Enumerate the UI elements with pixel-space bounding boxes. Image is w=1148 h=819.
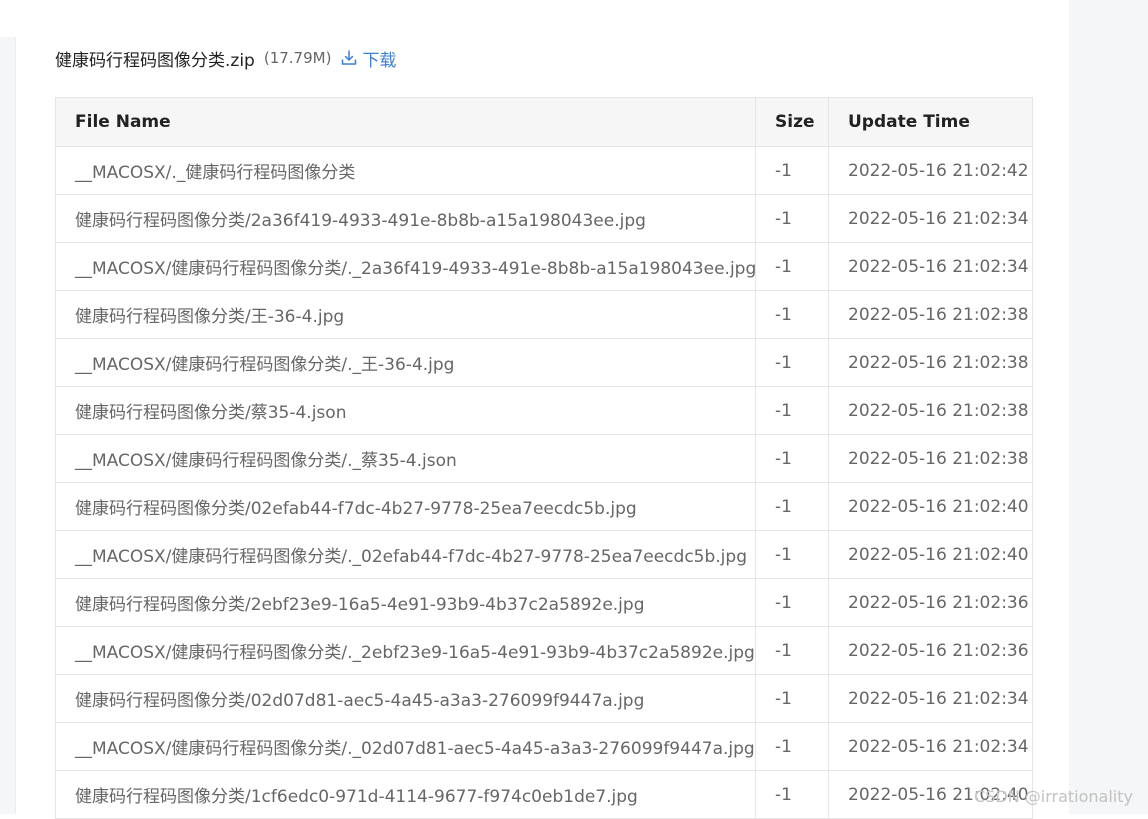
csdn-watermark: CSDN @irrationality [974, 787, 1133, 806]
table-row: 健康码行程码图像分类/1cf6edc0-971d-4114-9677-f974c… [56, 771, 1033, 819]
file-list-table: File Name Size Update Time __MACOSX/._健康… [55, 97, 1033, 819]
column-header-file-name: File Name [56, 98, 756, 147]
cell-file-name: __MACOSX/健康码行程码图像分类/._02d07d81-aec5-4a45… [56, 723, 756, 771]
cell-file-name: 健康码行程码图像分类/02d07d81-aec5-4a45-a3a3-27609… [56, 675, 756, 723]
cell-size: -1 [756, 579, 829, 627]
cell-file-name: __MACOSX/健康码行程码图像分类/._02efab44-f7dc-4b27… [56, 531, 756, 579]
archive-file-name: 健康码行程码图像分类.zip [55, 46, 255, 71]
table-row: __MACOSX/._健康码行程码图像分类-12022-05-16 21:02:… [56, 147, 1033, 195]
file-header: 健康码行程码图像分类.zip (17.79M) 下载 [55, 45, 396, 71]
table-row: 健康码行程码图像分类/蔡35-4.json-12022-05-16 21:02:… [56, 387, 1033, 435]
cell-update-time: 2022-05-16 21:02:38 [829, 339, 1033, 387]
cell-size: -1 [756, 147, 829, 195]
cell-update-time: 2022-05-16 21:02:34 [829, 723, 1033, 771]
cell-file-name: __MACOSX/._健康码行程码图像分类 [56, 147, 756, 195]
table-header-row: File Name Size Update Time [56, 98, 1033, 147]
column-header-size: Size [756, 98, 829, 147]
cell-update-time: 2022-05-16 21:02:38 [829, 435, 1033, 483]
cell-update-time: 2022-05-16 21:02:34 [829, 243, 1033, 291]
table-row: 健康码行程码图像分类/2ebf23e9-16a5-4e91-93b9-4b37c… [56, 579, 1033, 627]
column-header-update-time: Update Time [829, 98, 1033, 147]
cell-size: -1 [756, 195, 829, 243]
cell-file-name: __MACOSX/健康码行程码图像分类/._蔡35-4.json [56, 435, 756, 483]
cell-file-name: 健康码行程码图像分类/2ebf23e9-16a5-4e91-93b9-4b37c… [56, 579, 756, 627]
cell-file-name: __MACOSX/健康码行程码图像分类/._2a36f419-4933-491e… [56, 243, 756, 291]
cell-update-time: 2022-05-16 21:02:38 [829, 387, 1033, 435]
file-preview-content: 健康码行程码图像分类.zip (17.79M) 下载 File Name Siz… [55, 0, 1032, 814]
cell-file-name: 健康码行程码图像分类/02efab44-f7dc-4b27-9778-25ea7… [56, 483, 756, 531]
archive-file-size: (17.79M) [264, 49, 332, 67]
cell-size: -1 [756, 483, 829, 531]
cell-update-time: 2022-05-16 21:02:40 [829, 483, 1033, 531]
cell-size: -1 [756, 771, 829, 819]
download-link[interactable]: 下载 [340, 46, 396, 71]
table-row: __MACOSX/健康码行程码图像分类/._2ebf23e9-16a5-4e91… [56, 627, 1033, 675]
cell-update-time: 2022-05-16 21:02:34 [829, 195, 1033, 243]
table-row: 健康码行程码图像分类/2a36f419-4933-491e-8b8b-a15a1… [56, 195, 1033, 243]
table-row: __MACOSX/健康码行程码图像分类/._王-36-4.jpg-12022-0… [56, 339, 1033, 387]
cell-file-name: __MACOSX/健康码行程码图像分类/._2ebf23e9-16a5-4e91… [56, 627, 756, 675]
cell-file-name: 健康码行程码图像分类/1cf6edc0-971d-4114-9677-f974c… [56, 771, 756, 819]
table-row: __MACOSX/健康码行程码图像分类/._02d07d81-aec5-4a45… [56, 723, 1033, 771]
cell-update-time: 2022-05-16 21:02:40 [829, 531, 1033, 579]
cell-file-name: __MACOSX/健康码行程码图像分类/._王-36-4.jpg [56, 339, 756, 387]
table-row: __MACOSX/健康码行程码图像分类/._2a36f419-4933-491e… [56, 243, 1033, 291]
cell-size: -1 [756, 291, 829, 339]
cell-update-time: 2022-05-16 21:02:36 [829, 627, 1033, 675]
table-row: 健康码行程码图像分类/02efab44-f7dc-4b27-9778-25ea7… [56, 483, 1033, 531]
cell-file-name: 健康码行程码图像分类/王-36-4.jpg [56, 291, 756, 339]
cell-size: -1 [756, 435, 829, 483]
cell-size: -1 [756, 723, 829, 771]
cell-update-time: 2022-05-16 21:02:34 [829, 675, 1033, 723]
cell-size: -1 [756, 339, 829, 387]
cell-size: -1 [756, 387, 829, 435]
table-row: 健康码行程码图像分类/王-36-4.jpg-12022-05-16 21:02:… [56, 291, 1033, 339]
table-row: __MACOSX/健康码行程码图像分类/._蔡35-4.json-12022-0… [56, 435, 1033, 483]
left-panel-edge [0, 37, 16, 814]
table-row: 健康码行程码图像分类/02d07d81-aec5-4a45-a3a3-27609… [56, 675, 1033, 723]
cell-size: -1 [756, 243, 829, 291]
file-list-table-wrapper: File Name Size Update Time __MACOSX/._健康… [55, 97, 1032, 819]
download-label: 下载 [362, 46, 396, 71]
cell-size: -1 [756, 531, 829, 579]
cell-size: -1 [756, 627, 829, 675]
cell-file-name: 健康码行程码图像分类/蔡35-4.json [56, 387, 756, 435]
table-row: __MACOSX/健康码行程码图像分类/._02efab44-f7dc-4b27… [56, 531, 1033, 579]
cell-update-time: 2022-05-16 21:02:36 [829, 579, 1033, 627]
cell-update-time: 2022-05-16 21:02:42 [829, 147, 1033, 195]
right-side-panel [1069, 0, 1148, 814]
cell-size: -1 [756, 675, 829, 723]
cell-file-name: 健康码行程码图像分类/2a36f419-4933-491e-8b8b-a15a1… [56, 195, 756, 243]
download-icon [340, 49, 358, 67]
cell-update-time: 2022-05-16 21:02:38 [829, 291, 1033, 339]
